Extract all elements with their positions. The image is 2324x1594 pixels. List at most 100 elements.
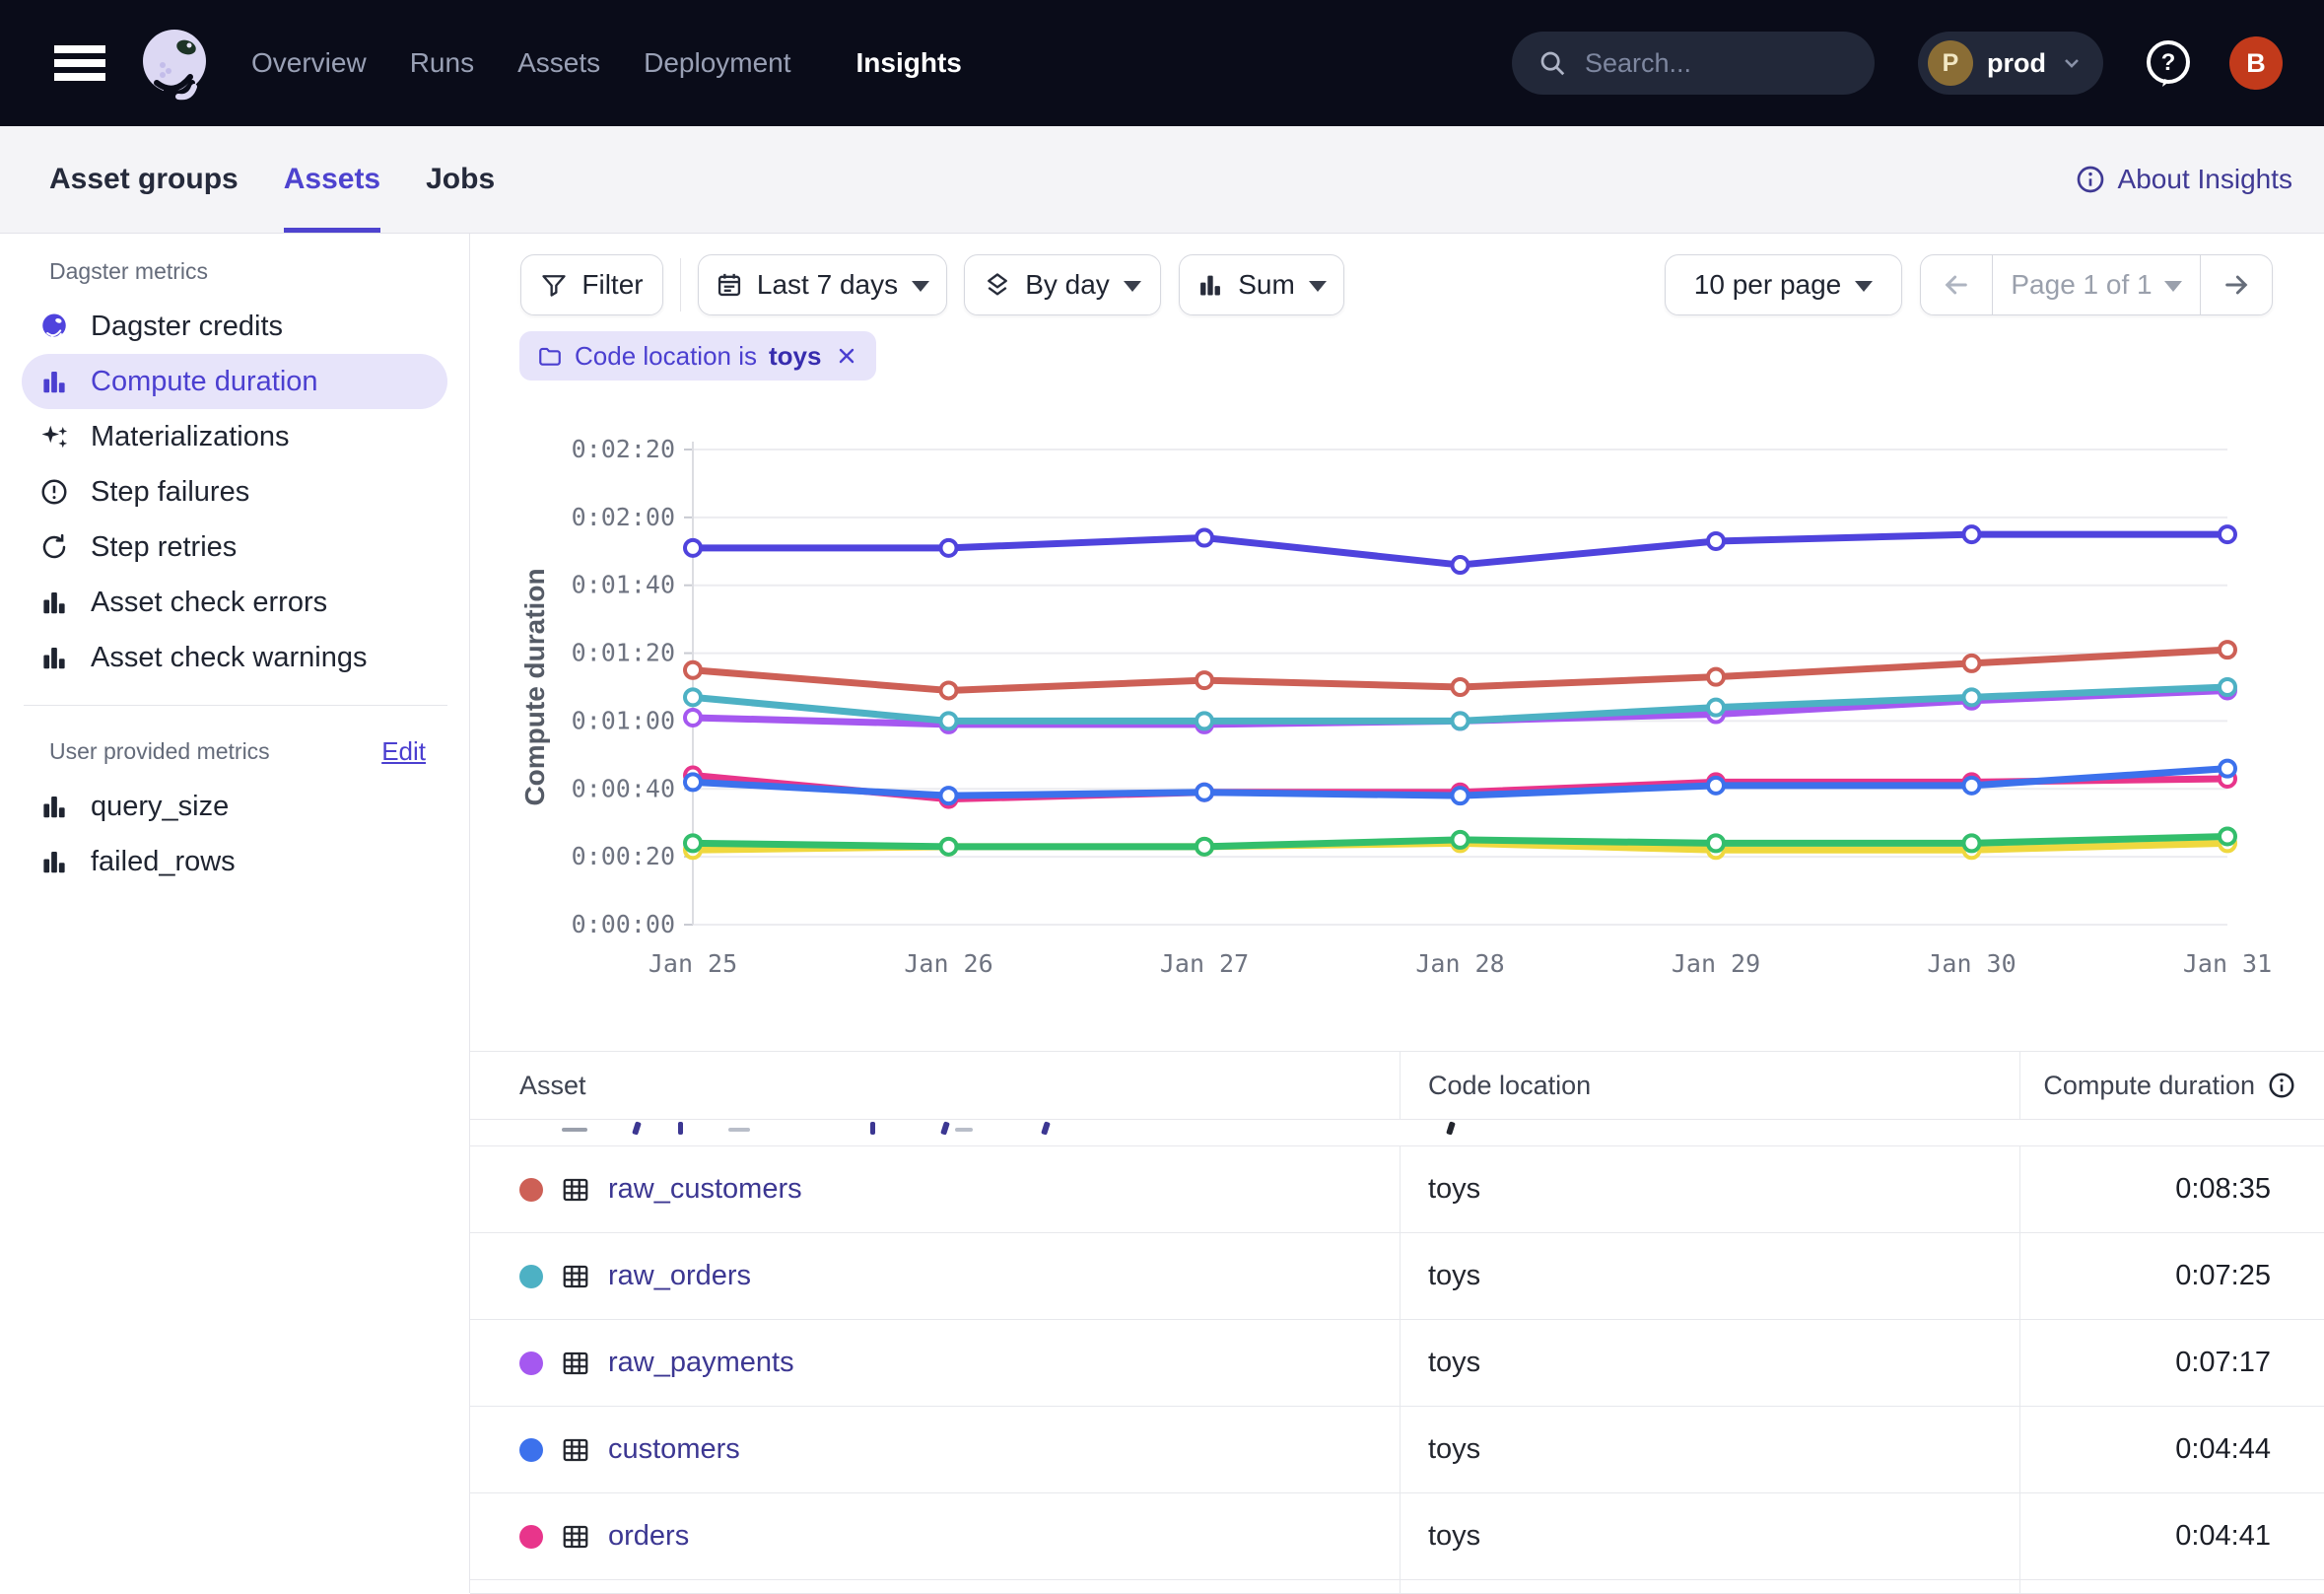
y-axis-title: Compute duration (519, 568, 550, 805)
search-field[interactable] (1583, 47, 1936, 80)
sidebar-section-title: Dagster metrics (49, 249, 426, 293)
data-point-raw_orders (941, 713, 957, 728)
sidebar-item-compute-duration[interactable]: Compute duration (22, 354, 447, 409)
sidebar-item-label: Compute duration (91, 366, 318, 398)
tab-assets[interactable]: Assets (284, 126, 380, 233)
edit-link[interactable]: Edit (381, 736, 426, 767)
next-page-button[interactable] (2201, 255, 2272, 314)
data-point-customers (1708, 778, 1724, 794)
series-color-dot (519, 1351, 543, 1375)
code-location-column-header: Code location (1400, 1052, 2019, 1119)
close-icon[interactable] (835, 344, 858, 368)
nav-item-assets[interactable]: Assets (517, 47, 600, 79)
asset-link[interactable]: customers (608, 1433, 740, 1466)
dagster-logo-icon[interactable] (137, 26, 212, 101)
data-point-customers (2220, 761, 2235, 777)
about-insights-link[interactable]: About Insights (2075, 126, 2292, 233)
asset-link[interactable]: raw_orders (608, 1260, 751, 1292)
table-header: Asset Code location Compute duration (470, 1052, 2324, 1120)
data-point-raw_orders (1964, 689, 1980, 705)
nav-item-insights-active[interactable]: Insights (856, 47, 962, 79)
x-axis-tick-label: Jan 27 (1160, 949, 1249, 978)
chevron-down-icon (2060, 51, 2084, 75)
nav-item-deployment[interactable]: Deployment (644, 47, 790, 79)
asset-link[interactable]: orders (608, 1520, 689, 1553)
deployment-avatar: P (1928, 40, 1973, 86)
sidebar-item-materializations[interactable]: Materializations (22, 409, 447, 464)
compute-duration-value: 0:07:17 (2175, 1347, 2271, 1379)
table-row: raw_orderstoys0:07:25 (470, 1233, 2324, 1320)
page-indicator-dropdown[interactable]: Page 1 of 1 (1992, 255, 2201, 314)
search-icon (1538, 48, 1567, 78)
next-row-sliver (470, 1580, 2324, 1594)
info-icon (2075, 164, 2106, 195)
sidebar-item-failed_rows[interactable]: failed_rows (22, 834, 447, 889)
caret-down-icon (1855, 281, 1873, 292)
data-point-unlabeled-green-series (1453, 832, 1469, 848)
x-axis-tick-label: Jan 29 (1672, 949, 1760, 978)
sidebar-item-step-retries[interactable]: Step retries (22, 520, 447, 575)
asset-link[interactable]: raw_customers (608, 1173, 802, 1206)
tab-jobs[interactable]: Jobs (426, 126, 495, 233)
search-input[interactable]: / (1512, 32, 1875, 95)
data-point-unlabeled-green-series (941, 839, 957, 855)
y-axis-tick-label: 0:00:20 (572, 842, 675, 870)
user-avatar[interactable]: B (2229, 36, 2283, 90)
insights-tabs: Asset groups Assets Jobs (49, 126, 495, 233)
table-asset-icon (561, 1175, 590, 1205)
top-nav: Overview Runs Assets Deployment Insights / P… (0, 0, 2324, 126)
sidebar-item-dagster-credits[interactable]: Dagster credits (22, 299, 447, 354)
data-point-raw_customers (1453, 679, 1469, 695)
help-icon[interactable]: ? (2143, 37, 2194, 89)
sidebar-item-query_size[interactable]: query_size (22, 779, 447, 834)
partially-scrolled-row[interactable] (470, 1120, 2324, 1146)
x-axis-tick-label: Jan 26 (904, 949, 992, 978)
sidebar-item-label: Step retries (91, 531, 237, 564)
data-point-unlabeled-top-series (1964, 526, 1980, 542)
sidebar-item-label: Dagster credits (91, 311, 283, 343)
sidebar-item-asset-check-errors[interactable]: Asset check errors (22, 575, 447, 630)
tab-asset-groups[interactable]: Asset groups (49, 126, 239, 233)
nav-item-overview[interactable]: Overview (251, 47, 367, 79)
previous-page-button[interactable] (1921, 255, 1992, 314)
deployment-switcher[interactable]: P prod (1918, 32, 2103, 95)
data-point-raw_orders (685, 689, 701, 705)
data-point-unlabeled-top-series (2220, 526, 2235, 542)
data-point-raw_orders (1708, 700, 1724, 716)
sidebar-divider (24, 705, 447, 706)
table-row: customerstoys0:04:44 (470, 1407, 2324, 1493)
deployment-name: prod (1987, 48, 2046, 79)
info-icon[interactable] (2267, 1071, 2296, 1100)
data-point-customers (1196, 785, 1212, 800)
data-point-unlabeled-top-series (941, 540, 957, 556)
y-axis-tick-label: 0:01:40 (572, 571, 675, 599)
y-axis-tick-label: 0:00:40 (572, 774, 675, 802)
table-asset-icon (561, 1522, 590, 1552)
y-axis-tick-label: 0:01:20 (572, 639, 675, 667)
data-point-raw_customers (685, 662, 701, 678)
nav-item-runs[interactable]: Runs (410, 47, 474, 79)
code-location-value: toys (1428, 1520, 1480, 1553)
series-color-dot (519, 1265, 543, 1288)
insights-subnav: Asset groups Assets Jobs About Insights (0, 126, 2324, 234)
bar-chart-icon (39, 792, 69, 821)
svg-text:?: ? (2161, 49, 2176, 76)
filter-button[interactable]: Filter (520, 254, 663, 315)
date-range-dropdown[interactable]: Last 7 days (698, 254, 947, 315)
layers-icon (984, 271, 1011, 299)
data-point-unlabeled-top-series (1453, 557, 1469, 573)
data-point-raw_customers (1196, 672, 1212, 688)
sidebar-item-asset-check-warnings[interactable]: Asset check warnings (22, 630, 447, 685)
hamburger-menu-icon[interactable] (54, 43, 105, 83)
sidebar-item-label: Step failures (91, 476, 249, 509)
compute-duration-column-header: Compute duration (2019, 1052, 2324, 1119)
page-size-dropdown[interactable]: 10 per page (1665, 254, 1902, 315)
sidebar-item-step-failures[interactable]: Step failures (22, 464, 447, 520)
aggregation-dropdown[interactable]: Sum (1179, 254, 1344, 315)
data-point-raw_customers (941, 682, 957, 698)
data-point-customers (941, 788, 957, 803)
asset-link[interactable]: raw_payments (608, 1347, 794, 1379)
code-location-filter-chip[interactable]: Code location is toys (519, 331, 876, 381)
funnel-icon (540, 271, 568, 299)
group-by-dropdown[interactable]: By day (964, 254, 1161, 315)
